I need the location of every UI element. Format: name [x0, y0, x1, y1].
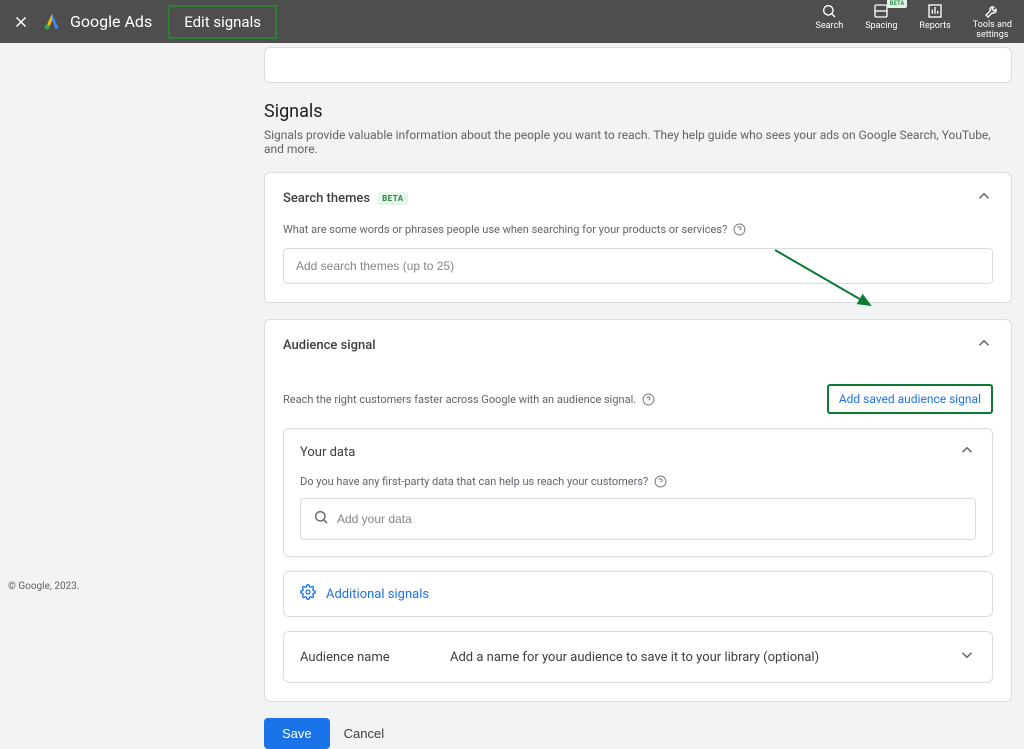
- tool-reports[interactable]: Reports: [919, 3, 950, 41]
- copyright: © Google, 2023.: [8, 581, 79, 592]
- tool-spacing[interactable]: BETA Spacing: [865, 3, 897, 41]
- tool-settings-label: Tools and settings: [973, 21, 1012, 41]
- your-data-body: Do you have any first-party data that ca…: [284, 475, 992, 556]
- tool-settings[interactable]: Tools and settings: [973, 3, 1012, 41]
- audience-name-row[interactable]: Audience name Add a name for your audien…: [283, 631, 993, 683]
- search-themes-body: What are some words or phrases people us…: [265, 223, 1011, 302]
- beta-badge: BETA: [378, 192, 408, 205]
- audience-signal-top-row: Reach the right customers faster across …: [265, 370, 1011, 428]
- chevron-up-icon: [975, 334, 993, 356]
- search-icon: [821, 3, 837, 19]
- main-content: Signals Signals provide valuable informa…: [264, 47, 1012, 749]
- search-themes-input-wrap[interactable]: [283, 248, 993, 284]
- your-data-input[interactable]: [337, 512, 963, 526]
- footer-actions: Save Cancel: [264, 718, 1012, 749]
- audience-signal-panel: Audience signal Reach the right customer…: [264, 319, 1012, 702]
- add-saved-audience-button[interactable]: Add saved audience signal: [827, 384, 993, 414]
- wrench-icon: [984, 3, 1000, 19]
- your-data-header[interactable]: Your data: [284, 429, 992, 475]
- close-icon: [12, 13, 30, 31]
- signals-desc: Signals provide valuable information abo…: [264, 128, 1012, 156]
- previous-card-stub: [264, 47, 1012, 83]
- your-data-subtext: Do you have any first-party data that ca…: [300, 475, 976, 488]
- ads-logo-icon: [42, 12, 62, 32]
- your-data-input-wrap[interactable]: [300, 498, 976, 540]
- chevron-down-icon: [958, 646, 976, 668]
- gear-icon: [300, 584, 316, 604]
- audience-signal-title: Audience signal: [283, 338, 376, 353]
- cancel-button[interactable]: Cancel: [344, 726, 384, 741]
- search-themes-subtext: What are some words or phrases people us…: [283, 223, 993, 236]
- page-title: Edit signals: [168, 5, 277, 39]
- tool-search-label: Search: [816, 21, 844, 31]
- audience-name-hint: Add a name for your audience to save it …: [450, 650, 958, 665]
- chevron-up-icon: [958, 441, 976, 463]
- chevron-up-icon: [975, 187, 993, 209]
- your-data-panel: Your data Do you have any first-party da…: [283, 428, 993, 557]
- additional-signals-button[interactable]: Additional signals: [283, 571, 993, 617]
- audience-name-label: Audience name: [300, 650, 450, 665]
- search-themes-subtext-text: What are some words or phrases people us…: [283, 223, 727, 236]
- save-button[interactable]: Save: [264, 718, 330, 749]
- help-icon[interactable]: [733, 223, 746, 236]
- close-button[interactable]: [12, 13, 30, 31]
- tool-reports-label: Reports: [919, 21, 950, 31]
- signals-title: Signals: [264, 101, 1012, 122]
- google-ads-logo: [42, 12, 62, 32]
- audience-signal-header[interactable]: Audience signal: [265, 320, 1011, 370]
- search-themes-input[interactable]: [296, 259, 980, 273]
- brand-text: Google Ads: [70, 12, 152, 31]
- help-icon[interactable]: [654, 475, 667, 488]
- reports-icon: [927, 3, 943, 19]
- search-themes-title: Search themes: [283, 191, 370, 206]
- app-header: Google Ads Edit signals Search BETA Spac…: [0, 0, 1024, 43]
- search-themes-header[interactable]: Search themes BETA: [265, 173, 1011, 223]
- tool-spacing-label: Spacing: [865, 21, 897, 31]
- additional-signals-label: Additional signals: [326, 587, 429, 602]
- search-icon: [313, 509, 329, 529]
- your-data-subtext-text: Do you have any first-party data that ca…: [300, 475, 648, 488]
- help-icon[interactable]: [642, 393, 655, 406]
- audience-signal-desc: Reach the right customers faster across …: [283, 393, 655, 406]
- beta-badge-spacing: BETA: [887, 0, 908, 8]
- your-data-title: Your data: [300, 445, 355, 460]
- audience-signal-desc-text: Reach the right customers faster across …: [283, 393, 636, 406]
- tool-search[interactable]: Search: [816, 3, 844, 41]
- search-themes-panel: Search themes BETA What are some words o…: [264, 172, 1012, 303]
- header-tools: Search BETA Spacing Reports Tools and se…: [816, 3, 1012, 41]
